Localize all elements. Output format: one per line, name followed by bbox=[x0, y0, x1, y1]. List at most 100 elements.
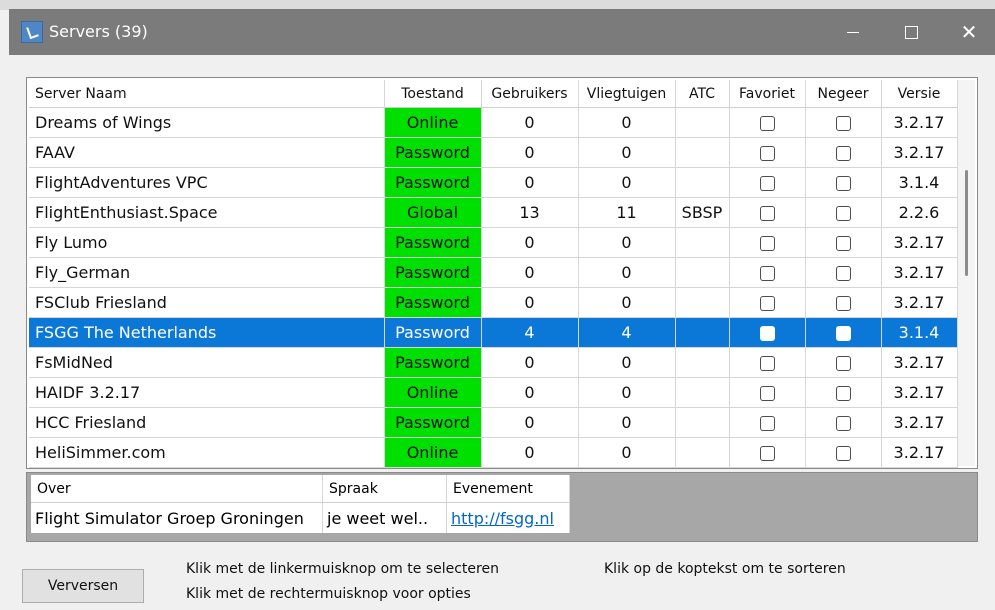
ignore-checkbox[interactable] bbox=[835, 446, 851, 461]
users-cell: 0 bbox=[481, 287, 579, 318]
users-cell: 0 bbox=[481, 257, 579, 288]
details-row: Flight Simulator Groep Groningen je weet… bbox=[31, 502, 570, 533]
favorite-checkbox[interactable] bbox=[759, 176, 775, 191]
server-name-cell: FlightEnthusiast.Space bbox=[29, 197, 385, 228]
server-details-panel: Over Spraak Evenement Flight Simulator G… bbox=[26, 472, 978, 542]
table-row[interactable]: HeliSimmer.com Online 0 0 3.2.17 bbox=[29, 437, 958, 468]
ignore-checkbox[interactable] bbox=[835, 386, 851, 401]
users-cell: 0 bbox=[481, 437, 579, 468]
table-row[interactable]: Dreams of Wings Online 0 0 3.2.17 bbox=[29, 107, 958, 138]
aircraft-cell: 0 bbox=[578, 407, 676, 438]
favorite-checkbox[interactable] bbox=[759, 416, 775, 431]
ignore-checkbox[interactable] bbox=[835, 416, 851, 431]
version-cell: 3.2.17 bbox=[881, 287, 958, 318]
ignore-cell bbox=[805, 227, 882, 258]
favorite-checkbox[interactable] bbox=[759, 266, 775, 281]
version-cell: 3.2.17 bbox=[881, 437, 958, 468]
table-row[interactable]: FSClub Friesland Password 0 0 3.2.17 bbox=[29, 287, 958, 318]
minimize-button[interactable] bbox=[825, 9, 881, 55]
version-cell: 3.2.17 bbox=[881, 137, 958, 168]
server-grid[interactable]: Server Naam Toestand Gebruikers Vliegtui… bbox=[26, 77, 978, 469]
status-cell: Password bbox=[384, 347, 482, 378]
favorite-checkbox[interactable] bbox=[759, 116, 775, 131]
server-name-cell: FAAV bbox=[29, 137, 385, 168]
refresh-button[interactable]: Verversen bbox=[22, 569, 144, 603]
version-cell: 3.2.17 bbox=[881, 257, 958, 288]
about-cell: Flight Simulator Groep Groningen bbox=[31, 502, 323, 533]
column-header-ignore[interactable]: Negeer bbox=[805, 80, 882, 108]
ignore-cell bbox=[805, 437, 882, 468]
table-row[interactable]: FsMidNed Password 0 0 3.2.17 bbox=[29, 347, 958, 378]
favorite-cell bbox=[729, 107, 806, 138]
table-row[interactable]: FAAV Password 0 0 3.2.17 bbox=[29, 137, 958, 168]
table-row[interactable]: FlightAdventures VPC Password 0 0 3.1.4 bbox=[29, 167, 958, 198]
event-link[interactable]: http://fsgg.nl bbox=[451, 509, 554, 528]
status-cell: Online bbox=[384, 437, 482, 468]
close-button[interactable]: ✕ bbox=[941, 9, 995, 55]
atc-cell: SBSP bbox=[675, 197, 730, 228]
users-cell: 0 bbox=[481, 167, 579, 198]
table-row-selected[interactable]: FSGG The Netherlands Password 4 4 3.1.4 bbox=[29, 317, 958, 348]
column-header-users[interactable]: Gebruikers bbox=[481, 80, 579, 108]
column-header-voice[interactable]: Spraak bbox=[322, 475, 447, 503]
vertical-scrollbar[interactable] bbox=[958, 80, 975, 466]
favorite-checkbox[interactable] bbox=[759, 386, 775, 401]
status-cell: Password bbox=[384, 167, 482, 198]
favorite-cell bbox=[729, 407, 806, 438]
ignore-cell bbox=[805, 107, 882, 138]
column-header-about[interactable]: Over bbox=[31, 475, 323, 503]
title-bar[interactable]: Servers (39) ✕ bbox=[9, 9, 995, 55]
favorite-checkbox[interactable] bbox=[759, 206, 775, 221]
voice-cell: je weet wel.. bbox=[322, 502, 447, 533]
ignore-checkbox[interactable] bbox=[835, 236, 851, 251]
aircraft-cell: 0 bbox=[578, 347, 676, 378]
ignore-checkbox[interactable] bbox=[835, 116, 851, 131]
status-cell: Global bbox=[384, 197, 482, 228]
favorite-checkbox[interactable] bbox=[759, 236, 775, 251]
column-header-event[interactable]: Evenement bbox=[446, 475, 570, 503]
column-header-status[interactable]: Toestand bbox=[384, 80, 482, 108]
details-header-row: Over Spraak Evenement bbox=[31, 475, 570, 503]
favorite-checkbox[interactable] bbox=[759, 356, 775, 371]
maximize-button[interactable] bbox=[883, 9, 939, 55]
ignore-checkbox[interactable] bbox=[835, 296, 851, 311]
table-row[interactable]: Fly_German Password 0 0 3.2.17 bbox=[29, 257, 958, 288]
scrollbar-thumb[interactable] bbox=[965, 170, 968, 276]
ignore-checkbox[interactable] bbox=[835, 266, 851, 281]
column-header-version[interactable]: Versie bbox=[881, 80, 958, 108]
favorite-cell bbox=[729, 347, 806, 378]
table-row[interactable]: HCC Friesland Password 0 0 3.2.17 bbox=[29, 407, 958, 438]
users-cell: 0 bbox=[481, 107, 579, 138]
table-row[interactable]: FlightEnthusiast.Space Global 13 11 SBSP… bbox=[29, 197, 958, 228]
favorite-checkbox[interactable] bbox=[759, 146, 775, 161]
status-cell: Password bbox=[384, 227, 482, 258]
column-header-aircraft[interactable]: Vliegtuigen bbox=[578, 80, 676, 108]
favorite-checkbox[interactable] bbox=[759, 446, 775, 461]
status-cell: Password bbox=[384, 317, 482, 348]
status-cell: Online bbox=[384, 377, 482, 408]
ignore-cell bbox=[805, 287, 882, 318]
ignore-cell bbox=[805, 167, 882, 198]
table-row[interactable]: Fly Lumo Password 0 0 3.2.17 bbox=[29, 227, 958, 258]
aircraft-cell: 0 bbox=[578, 137, 676, 168]
ignore-checkbox[interactable] bbox=[835, 326, 851, 341]
hint-select: Klik met de linkermuisknop om te selecte… bbox=[186, 561, 499, 577]
ignore-checkbox[interactable] bbox=[835, 206, 851, 221]
column-header-server-name[interactable]: Server Naam bbox=[29, 80, 385, 108]
column-header-atc[interactable]: ATC bbox=[675, 80, 730, 108]
table-row[interactable]: HAIDF 3.2.17 Online 0 0 3.2.17 bbox=[29, 377, 958, 408]
server-name-cell: Dreams of Wings bbox=[29, 107, 385, 138]
atc-cell bbox=[675, 347, 730, 378]
favorite-checkbox[interactable] bbox=[759, 296, 775, 311]
close-icon: ✕ bbox=[960, 20, 978, 44]
ignore-checkbox[interactable] bbox=[835, 146, 851, 161]
aircraft-cell: 0 bbox=[578, 287, 676, 318]
version-cell: 2.2.6 bbox=[881, 197, 958, 228]
version-cell: 3.2.17 bbox=[881, 347, 958, 378]
ignore-checkbox[interactable] bbox=[835, 356, 851, 371]
server-table: Server Naam Toestand Gebruikers Vliegtui… bbox=[29, 80, 958, 468]
column-header-favorite[interactable]: Favoriet bbox=[729, 80, 806, 108]
users-cell: 0 bbox=[481, 137, 579, 168]
ignore-checkbox[interactable] bbox=[835, 176, 851, 191]
favorite-checkbox[interactable] bbox=[759, 326, 775, 341]
